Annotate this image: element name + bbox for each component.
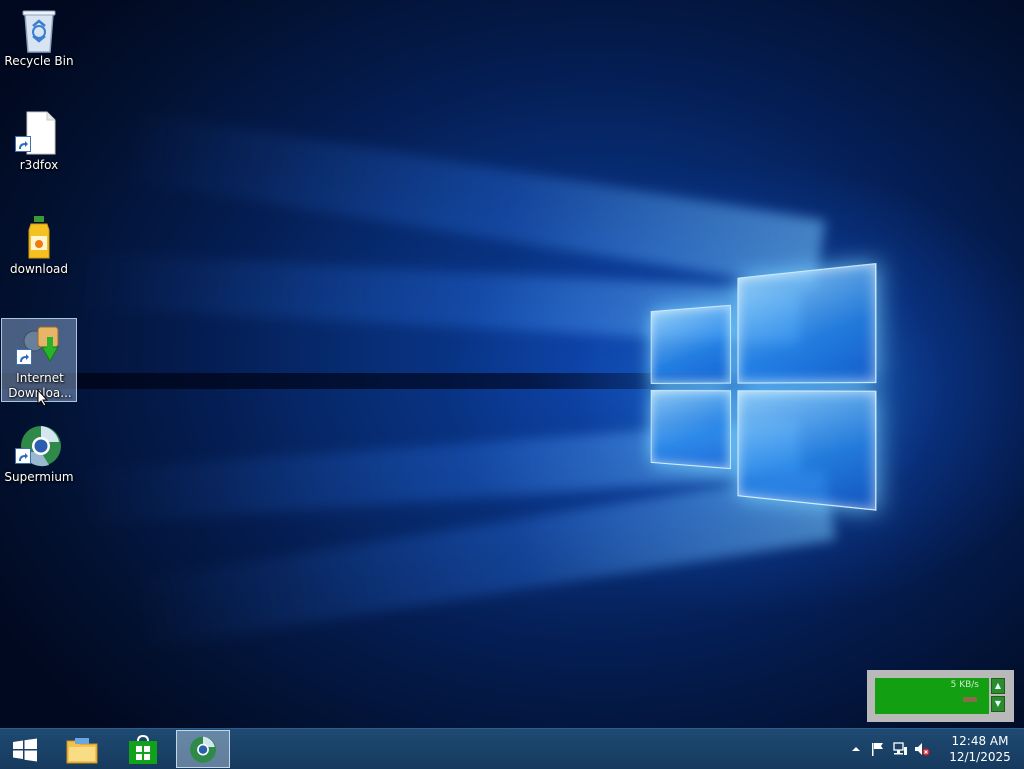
shortcut-arrow-icon <box>15 448 31 464</box>
shortcut-arrow-icon <box>16 349 32 365</box>
taskbar: 12:48 AM 12/1/2025 <box>0 728 1024 769</box>
flag-icon[interactable] <box>870 741 886 757</box>
file-explorer-button[interactable] <box>56 730 110 768</box>
shortcut-arrow-icon <box>15 136 31 152</box>
clock-time: 12:48 AM <box>951 734 1009 748</box>
network-rate: 5 KB/s <box>950 680 979 690</box>
recycle-bin-icon <box>19 6 59 53</box>
taskbar-clock[interactable]: 12:48 AM 12/1/2025 <box>948 733 1012 765</box>
supermium-browser-icon <box>189 736 217 763</box>
desktop-icon-recycle-bin[interactable]: Recycle Bin <box>1 2 77 86</box>
windows-start-icon <box>13 738 37 762</box>
juice-bottle-icon <box>19 214 59 259</box>
widget-down-button[interactable]: ▼ <box>991 696 1005 712</box>
windows-logo <box>640 252 885 523</box>
desktop-icon-label: r3dfox <box>19 158 59 172</box>
widget-up-button[interactable]: ▲ <box>991 678 1005 694</box>
speaker-muted-icon[interactable] <box>914 741 930 757</box>
system-tray: 12:48 AM 12/1/2025 <box>844 729 1024 769</box>
clock-date: 12/1/2025 <box>949 750 1011 764</box>
desktop-icon-r3dfox[interactable]: r3dfox <box>1 106 77 190</box>
logo-pane-top-right <box>737 262 877 384</box>
logo-pane-top-left <box>650 304 732 384</box>
network-icon[interactable] <box>892 741 908 757</box>
network-speed-widget[interactable]: 5 KB/s ▲ ▼ <box>867 670 1014 722</box>
desktop-icon-label: Recycle Bin <box>4 54 74 68</box>
store-button[interactable] <box>116 730 170 768</box>
desktop-icon-label: download <box>9 262 69 276</box>
start-button[interactable] <box>0 730 54 768</box>
logo-pane-bottom-right <box>737 390 877 511</box>
desktop-icon-label-line: Internet <box>16 371 64 385</box>
network-activity-icon <box>963 697 977 702</box>
mouse-cursor-icon <box>37 388 49 407</box>
desktop-icon-supermium[interactable]: Supermium <box>1 418 77 502</box>
desktop-icon-label: Supermium <box>4 470 74 484</box>
folder-icon <box>66 738 98 764</box>
network-graph: 5 KB/s <box>875 678 989 714</box>
desktop-background[interactable]: Recycle Bin r3dfox download Internet Sup… <box>0 0 1024 728</box>
chevron-up-icon[interactable] <box>848 741 864 757</box>
desktop-icon-download[interactable]: download <box>1 210 77 294</box>
logo-pane-bottom-left <box>650 390 732 470</box>
supermium-taskbar-button[interactable] <box>176 730 230 768</box>
store-bag-icon <box>129 735 157 764</box>
